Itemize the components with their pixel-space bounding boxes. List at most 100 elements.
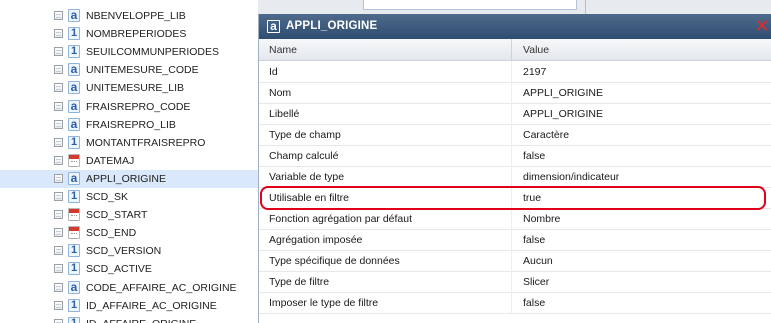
tree-item[interactable]: 1 ID_AFFAIRE_ORIGINE [0, 315, 258, 323]
property-name: Champ calculé [269, 150, 339, 162]
text-type-icon: a [68, 117, 80, 131]
tree-item[interactable]: 1 SCD_SK [0, 188, 258, 206]
tree-item[interactable]: 1 NOMBREPERIODES [0, 25, 258, 43]
numeric-type-icon: 1 [68, 298, 80, 312]
tree-item-label: SCD_END [86, 227, 137, 240]
property-name: Fonction agrégation par défaut [269, 213, 413, 225]
numeric-type-icon: 1 [68, 262, 80, 276]
tree-item[interactable]: 1 ID_AFFAIRE_AC_ORIGINE [0, 297, 258, 315]
property-value: Nombre [523, 213, 561, 225]
numeric-type-icon: 1 [68, 316, 80, 323]
property-row[interactable]: Type de filtre Slicer [259, 271, 771, 293]
property-name: Imposer le type de filtre [269, 297, 379, 309]
tree-item[interactable]: a FRAISREPRO_LIB [0, 116, 258, 134]
property-value: Caractère [523, 129, 570, 141]
tree-item[interactable]: SCD_END [0, 224, 258, 242]
property-row[interactable]: Imposer le type de filtre false [259, 292, 771, 314]
property-name: Type de champ [269, 129, 341, 141]
property-row[interactable]: Type spécifique de données Aucun [259, 250, 771, 272]
tree-item[interactable]: 1 SEUILCOMMUNPERIODES [0, 43, 258, 61]
column-header-value[interactable]: Value [511, 44, 771, 56]
text-type-icon: a [68, 63, 80, 77]
tree-item-label: SCD_SK [86, 191, 129, 203]
property-value: 2197 [523, 66, 547, 78]
tree-item-grip-icon [54, 101, 63, 111]
tree-item-label: NBENVELOPPE_LIB [86, 10, 186, 22]
tree-item-grip-icon [54, 83, 63, 93]
tree-item[interactable]: a FRAISREPRO_CODE [0, 98, 258, 116]
text-type-icon: a [68, 9, 80, 22]
property-value: dimension/indicateur [523, 171, 620, 183]
property-name: Nom [269, 87, 292, 99]
property-value: Aucun [523, 255, 553, 267]
panel-title: APPLI_ORIGINE [286, 20, 378, 32]
tree-item-label: MONTANTFRAISREPRO [86, 136, 206, 149]
tree-item[interactable]: a UNITEMESURE_CODE [0, 61, 258, 79]
property-row[interactable]: Id 2197 [259, 61, 771, 83]
property-row[interactable]: Libellé APPLI_ORIGINE [259, 103, 771, 125]
property-name: Id [269, 66, 278, 78]
calendar-icon [68, 208, 80, 222]
tree-item-label: DATEMAJ [86, 154, 135, 167]
tree-item[interactable]: a APPLI_ORIGINE [0, 169, 258, 188]
calendar-icon [68, 153, 80, 167]
property-name: Type spécifique de données [269, 255, 400, 267]
tree-item[interactable]: 1 SCD_VERSION [0, 242, 258, 260]
numeric-type-icon: 1 [68, 135, 80, 149]
property-row[interactable]: Utilisable en filtre true [259, 187, 771, 209]
property-row[interactable]: Champ calculé false [259, 145, 771, 167]
numeric-type-icon: 1 [68, 45, 80, 59]
tree-item-grip-icon [54, 155, 63, 165]
property-row[interactable]: Fonction agrégation par défaut Nombre [259, 208, 771, 230]
property-value: Slicer [523, 276, 550, 288]
property-name: Variable de type [269, 171, 345, 183]
tree-item-label: CODE_AFFAIRE_AC_ORIGINE [86, 281, 237, 294]
tree-item[interactable]: a UNITEMESURE_LIB [0, 79, 258, 97]
tree-item-grip-icon [54, 318, 63, 323]
text-type-icon: a [68, 81, 80, 95]
tree-item-grip-icon [54, 11, 63, 20]
tree-item-label: FRAISREPRO_LIB [86, 118, 176, 131]
tree-item-label: UNITEMESURE_CODE [86, 64, 199, 77]
tree-item[interactable]: SCD_START [0, 206, 258, 224]
tree-item-grip-icon [54, 264, 63, 274]
tree-item-grip-icon [54, 210, 63, 220]
property-value: true [523, 192, 542, 204]
grid-header: Name Value [259, 39, 771, 61]
property-row[interactable]: Type de champ Caractère [259, 124, 771, 146]
tree-item-label: SCD_ACTIVE [86, 263, 152, 276]
tree-item[interactable]: DATEMAJ [0, 152, 258, 170]
property-row[interactable]: Agrégation imposée false [259, 229, 771, 251]
numeric-type-icon: 1 [68, 244, 80, 258]
calendar-icon [68, 226, 80, 240]
tree-item-label: APPLI_ORIGINE [86, 172, 166, 185]
tree-item-grip-icon [54, 246, 63, 256]
property-value: false [523, 297, 546, 309]
tree-item-label: ID_AFFAIRE_ORIGINE [86, 318, 196, 323]
property-name: Libellé [269, 108, 300, 120]
tree-item-label: ID_AFFAIRE_AC_ORIGINE [86, 299, 217, 312]
property-name: Agrégation imposée [269, 234, 363, 246]
tree-item[interactable]: 1 MONTANTFRAISREPRO [0, 134, 258, 152]
panel-header: a APPLI_ORIGINE ✕ [259, 14, 771, 39]
tree-item-grip-icon [54, 47, 63, 57]
property-name: Type de filtre [269, 276, 330, 288]
tree-item-grip-icon [54, 300, 63, 310]
text-type-icon: a [267, 20, 280, 33]
tree-item-label: FRAISREPRO_CODE [86, 100, 191, 113]
tree-item-grip-icon [54, 65, 63, 75]
property-value: APPLI_ORIGINE [523, 87, 603, 99]
tree-item-grip-icon [54, 29, 63, 39]
property-row[interactable]: Nom APPLI_ORIGINE [259, 82, 771, 104]
tree-item-label: NOMBREPERIODES [86, 28, 187, 41]
tree-item-grip-icon [54, 173, 63, 183]
close-icon[interactable]: ✕ [754, 17, 770, 35]
tree-item[interactable]: a CODE_AFFAIRE_AC_ORIGINE [0, 279, 258, 297]
property-row[interactable]: Variable de type dimension/indicateur [259, 166, 771, 188]
property-value: APPLI_ORIGINE [523, 108, 603, 120]
column-header-name[interactable]: Name [259, 44, 511, 56]
tree-item[interactable]: 1 SCD_ACTIVE [0, 260, 258, 278]
properties-panel: a APPLI_ORIGINE ✕ Name Value Id 2197 Nom AP… [258, 14, 771, 323]
tree-item[interactable]: a NBENVELOPPE_LIB [0, 7, 258, 25]
numeric-type-icon: 1 [68, 190, 80, 203]
